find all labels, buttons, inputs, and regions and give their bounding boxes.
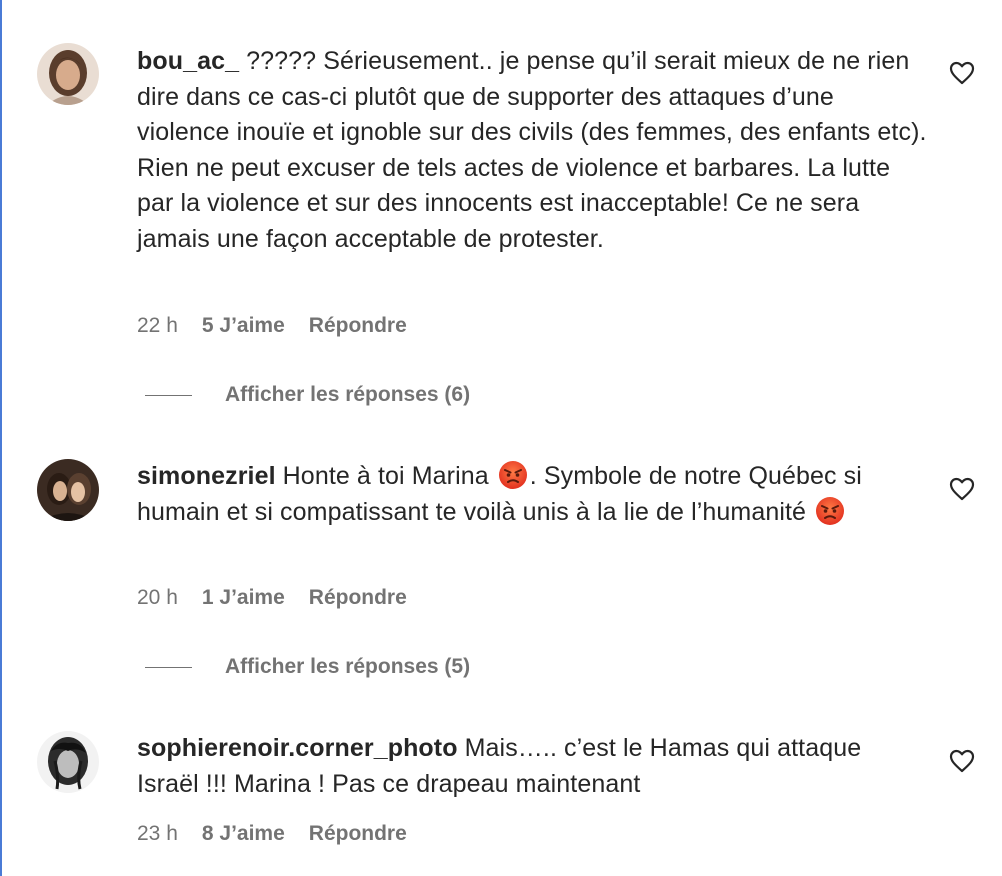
angry-face-emoji-icon	[498, 460, 528, 490]
view-replies-label: Afficher les réponses (5)	[225, 655, 471, 678]
angry-face-emoji-icon	[815, 496, 845, 526]
comment-username[interactable]: sophierenoir.corner_photo	[137, 734, 458, 762]
comment-time[interactable]: 22 h	[137, 314, 178, 338]
comment-text: ????? Sérieusement.. je pense qu’il sera…	[137, 47, 927, 253]
avatar[interactable]	[37, 459, 99, 521]
comment-username[interactable]: simonezriel	[137, 462, 276, 490]
avatar[interactable]	[37, 731, 99, 793]
window-edge	[0, 0, 2, 876]
view-replies-button[interactable]: Afficher les réponses (6)	[145, 383, 470, 407]
comment-body: bou_ac_????? Sérieusement.. je pense qu’…	[137, 44, 927, 257]
like-heart-icon[interactable]	[949, 61, 975, 85]
replies-divider	[145, 666, 192, 668]
comment-text: Honte à toi Marina	[282, 462, 489, 490]
comment-body: simonezriel Honte à toi Marina . Symbole …	[137, 459, 927, 530]
comment-meta: 23 h 8 J’aime Répondre	[137, 822, 407, 846]
like-heart-icon[interactable]	[949, 749, 975, 773]
like-heart-icon[interactable]	[949, 477, 975, 501]
comment-meta: 20 h 1 J’aime Répondre	[137, 586, 407, 610]
comment-meta: 22 h 5 J’aime Répondre	[137, 314, 407, 338]
reply-button[interactable]: Répondre	[309, 822, 407, 846]
replies-divider	[145, 394, 192, 396]
comment-time[interactable]: 23 h	[137, 822, 178, 846]
comment-likes[interactable]: 1 J’aime	[202, 586, 285, 610]
comment-time[interactable]: 20 h	[137, 586, 178, 610]
comment-username[interactable]: bou_ac_	[137, 47, 239, 75]
comment-likes[interactable]: 5 J’aime	[202, 314, 285, 338]
comment-body: sophierenoir.corner_photo Mais….. c’est l…	[137, 731, 927, 802]
view-replies-button[interactable]: Afficher les réponses (5)	[145, 655, 470, 679]
avatar[interactable]	[37, 43, 99, 105]
comment-likes[interactable]: 8 J’aime	[202, 822, 285, 846]
reply-button[interactable]: Répondre	[309, 314, 407, 338]
reply-button[interactable]: Répondre	[309, 586, 407, 610]
view-replies-label: Afficher les réponses (6)	[225, 383, 471, 406]
